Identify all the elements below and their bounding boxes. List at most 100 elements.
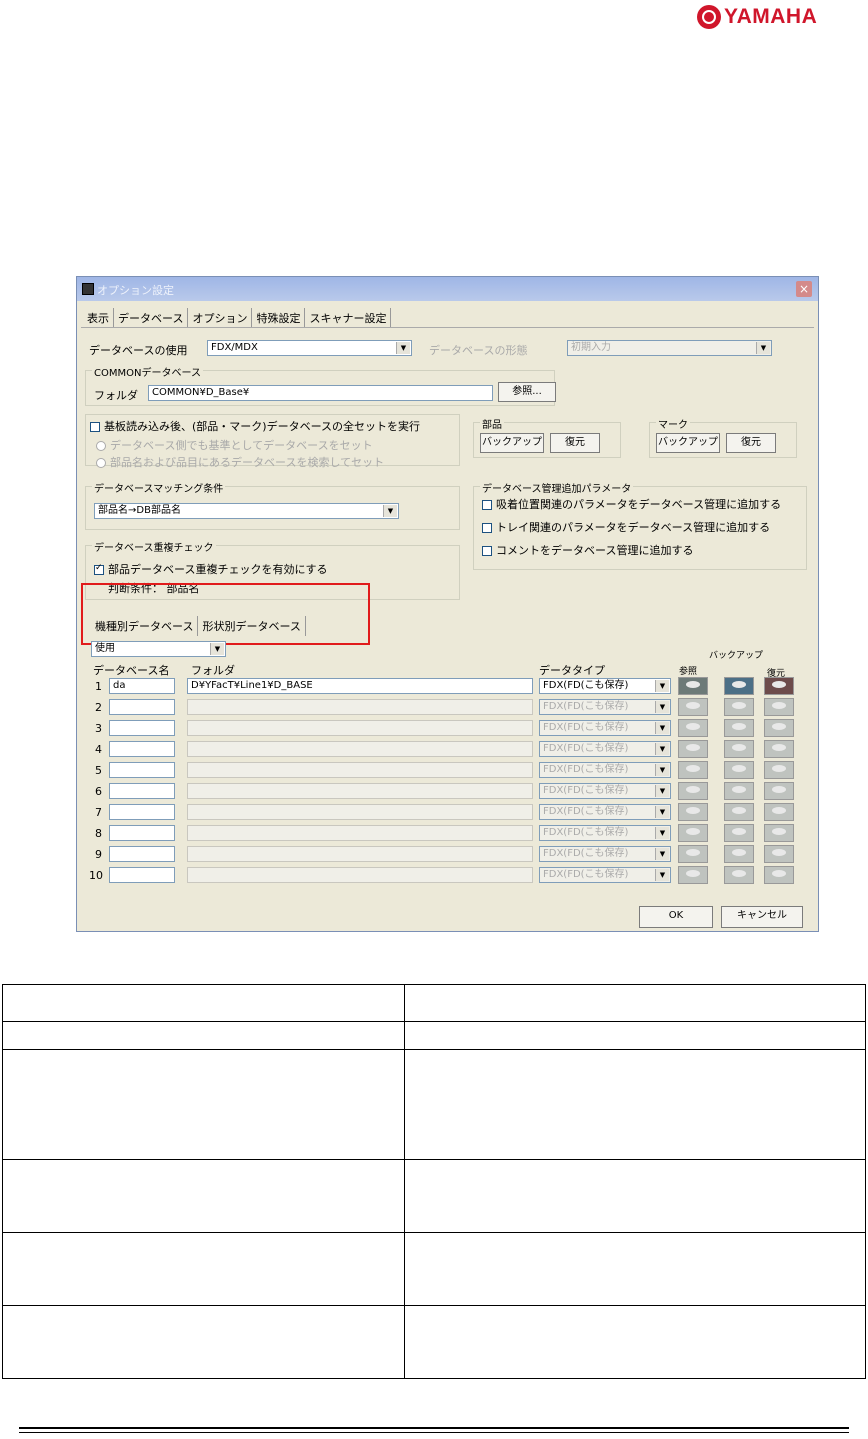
browse-button[interactable]: 参照... — [498, 382, 556, 402]
db-name-field[interactable] — [109, 720, 175, 736]
browse-db-icon[interactable] — [678, 698, 708, 716]
tab-options[interactable]: オプション — [188, 308, 253, 328]
row-number: 4 — [95, 743, 102, 756]
backup-db-icon[interactable] — [724, 782, 754, 800]
db-folder-field[interactable] — [187, 720, 533, 736]
restore-db-icon[interactable] — [764, 803, 794, 821]
db-folder-field[interactable] — [187, 699, 533, 715]
restore-db-icon[interactable] — [764, 740, 794, 758]
browse-db-icon[interactable] — [678, 719, 708, 737]
db-name-field[interactable] — [109, 846, 175, 862]
browse-db-icon[interactable] — [678, 740, 708, 758]
chevron-down-icon: ▼ — [655, 680, 669, 692]
backup-db-icon[interactable] — [724, 719, 754, 737]
close-icon[interactable]: × — [796, 281, 812, 297]
db-folder-field[interactable] — [187, 825, 533, 841]
tab-database[interactable]: データベース — [114, 308, 189, 328]
usage-select[interactable]: 使用 ▼ — [91, 641, 226, 657]
tab-special[interactable]: 特殊設定 — [252, 308, 306, 328]
data-type-select[interactable]: FDX(FD(こも保存) ▼ — [539, 804, 671, 820]
mark-backup-button[interactable]: バックアップ — [656, 433, 720, 453]
browse-db-icon[interactable] — [678, 824, 708, 842]
backup-db-icon[interactable] — [724, 761, 754, 779]
title-bar: オプション設定 × — [77, 277, 818, 301]
cancel-button[interactable]: キャンセル — [721, 906, 803, 928]
browse-db-icon[interactable] — [678, 845, 708, 863]
common-db-group: COMMONデータベース フォルダ COMMON¥D_Base¥ 参照... — [85, 364, 556, 406]
backup-db-icon[interactable] — [724, 677, 754, 695]
radio-search-db[interactable]: 部品名および品目にあるデータベースを検索してセット — [96, 454, 384, 470]
parts-restore-button[interactable]: 復元 — [550, 433, 600, 453]
db-name-field[interactable] — [109, 825, 175, 841]
parts-group-label: 部品 — [480, 416, 504, 431]
data-type-select[interactable]: FDX(FD(こも保存) ▼ — [539, 846, 671, 862]
restore-db-icon[interactable] — [764, 845, 794, 863]
matching-select[interactable]: 部品名→DB部品名 ▼ — [94, 503, 399, 519]
data-type-select[interactable]: FDX(FD(こも保存) ▼ — [539, 741, 671, 757]
data-type-select[interactable]: FDX(FD(こも保存) ▼ — [539, 699, 671, 715]
backup-db-icon[interactable] — [724, 740, 754, 758]
db-name-field[interactable]: da — [109, 678, 175, 694]
dup-check-checkbox[interactable]: 部品データベース重複チェックを有効にする — [94, 561, 328, 577]
tab-shape-db[interactable]: 形状別データベース — [198, 616, 306, 636]
backup-db-icon[interactable] — [724, 824, 754, 842]
restore-db-icon[interactable] — [764, 782, 794, 800]
mgmt-option-pick[interactable]: 吸着位置関連のパラメータをデータベース管理に追加する — [482, 496, 781, 512]
table-row — [2, 1159, 866, 1233]
db-folder-field[interactable] — [187, 762, 533, 778]
tab-model-db[interactable]: 機種別データベース — [91, 616, 199, 636]
browse-db-icon[interactable] — [678, 803, 708, 821]
tab-display[interactable]: 表示 — [83, 308, 114, 328]
tab-scanner[interactable]: スキャナー設定 — [305, 308, 392, 328]
chevron-down-icon: ▼ — [383, 505, 397, 517]
main-tabs: 表示 データベース オプション 特殊設定 スキャナー設定 — [83, 308, 392, 328]
db-name-field[interactable] — [109, 867, 175, 883]
db-name-field[interactable] — [109, 762, 175, 778]
db-name-field[interactable] — [109, 741, 175, 757]
data-type-select[interactable]: FDX(FD(こも保存) ▼ — [539, 825, 671, 841]
mark-restore-button[interactable]: 復元 — [726, 433, 776, 453]
chevron-down-icon: ▼ — [655, 827, 669, 839]
restore-db-icon[interactable] — [764, 719, 794, 737]
db-folder-field[interactable] — [187, 867, 533, 883]
browse-db-icon[interactable] — [678, 866, 708, 884]
after-read-group: 基板読み込み後、(部品・マーク)データベースの全セットを実行 データベース側でも… — [85, 414, 460, 469]
restore-db-icon[interactable] — [764, 677, 794, 695]
backup-db-icon[interactable] — [724, 803, 754, 821]
table-row — [2, 1021, 866, 1050]
db-folder-field[interactable] — [187, 846, 533, 862]
db-name-field[interactable] — [109, 699, 175, 715]
restore-db-icon[interactable] — [764, 866, 794, 884]
backup-db-icon[interactable] — [724, 845, 754, 863]
radio-base-db[interactable]: データベース側でも基準としてデータベースをセット — [96, 437, 373, 453]
data-type-select[interactable]: FDX(FD(こも保存) ▼ — [539, 783, 671, 799]
restore-db-icon[interactable] — [764, 698, 794, 716]
checkbox-icon — [482, 500, 492, 510]
table-cell — [2, 1021, 405, 1050]
browse-db-icon[interactable] — [678, 782, 708, 800]
browse-db-icon[interactable] — [678, 761, 708, 779]
data-type-select[interactable]: FDX(FD(こも保存) ▼ — [539, 678, 671, 694]
db-folder-field[interactable] — [187, 804, 533, 820]
db-folder-field[interactable] — [187, 741, 533, 757]
db-folder-field[interactable]: D¥YFacT¥Line1¥D_BASE — [187, 678, 533, 694]
data-type-select[interactable]: FDX(FD(こも保存) ▼ — [539, 762, 671, 778]
after-read-checkbox[interactable]: 基板読み込み後、(部品・マーク)データベースの全セットを実行 — [90, 418, 420, 434]
backup-db-icon[interactable] — [724, 698, 754, 716]
restore-db-icon[interactable] — [764, 824, 794, 842]
db-name-field[interactable] — [109, 783, 175, 799]
restore-db-icon[interactable] — [764, 761, 794, 779]
data-type-select[interactable]: FDX(FD(こも保存) ▼ — [539, 867, 671, 883]
db-folder-field[interactable] — [187, 783, 533, 799]
db-usage-select[interactable]: FDX/MDX ▼ — [207, 340, 412, 356]
data-type-select[interactable]: FDX(FD(こも保存) ▼ — [539, 720, 671, 736]
mgmt-option-tray[interactable]: トレイ関連のパラメータをデータベース管理に追加する — [482, 519, 770, 535]
common-folder-field[interactable]: COMMON¥D_Base¥ — [148, 385, 493, 401]
browse-db-icon[interactable] — [678, 677, 708, 695]
parts-backup-button[interactable]: バックアップ — [480, 433, 544, 453]
mgmt-option-comment[interactable]: コメントをデータベース管理に追加する — [482, 542, 693, 558]
db-name-field[interactable] — [109, 804, 175, 820]
backup-db-icon[interactable] — [724, 866, 754, 884]
db-mode-select[interactable]: 初期入力 ▼ — [567, 340, 772, 356]
ok-button[interactable]: OK — [639, 906, 713, 928]
